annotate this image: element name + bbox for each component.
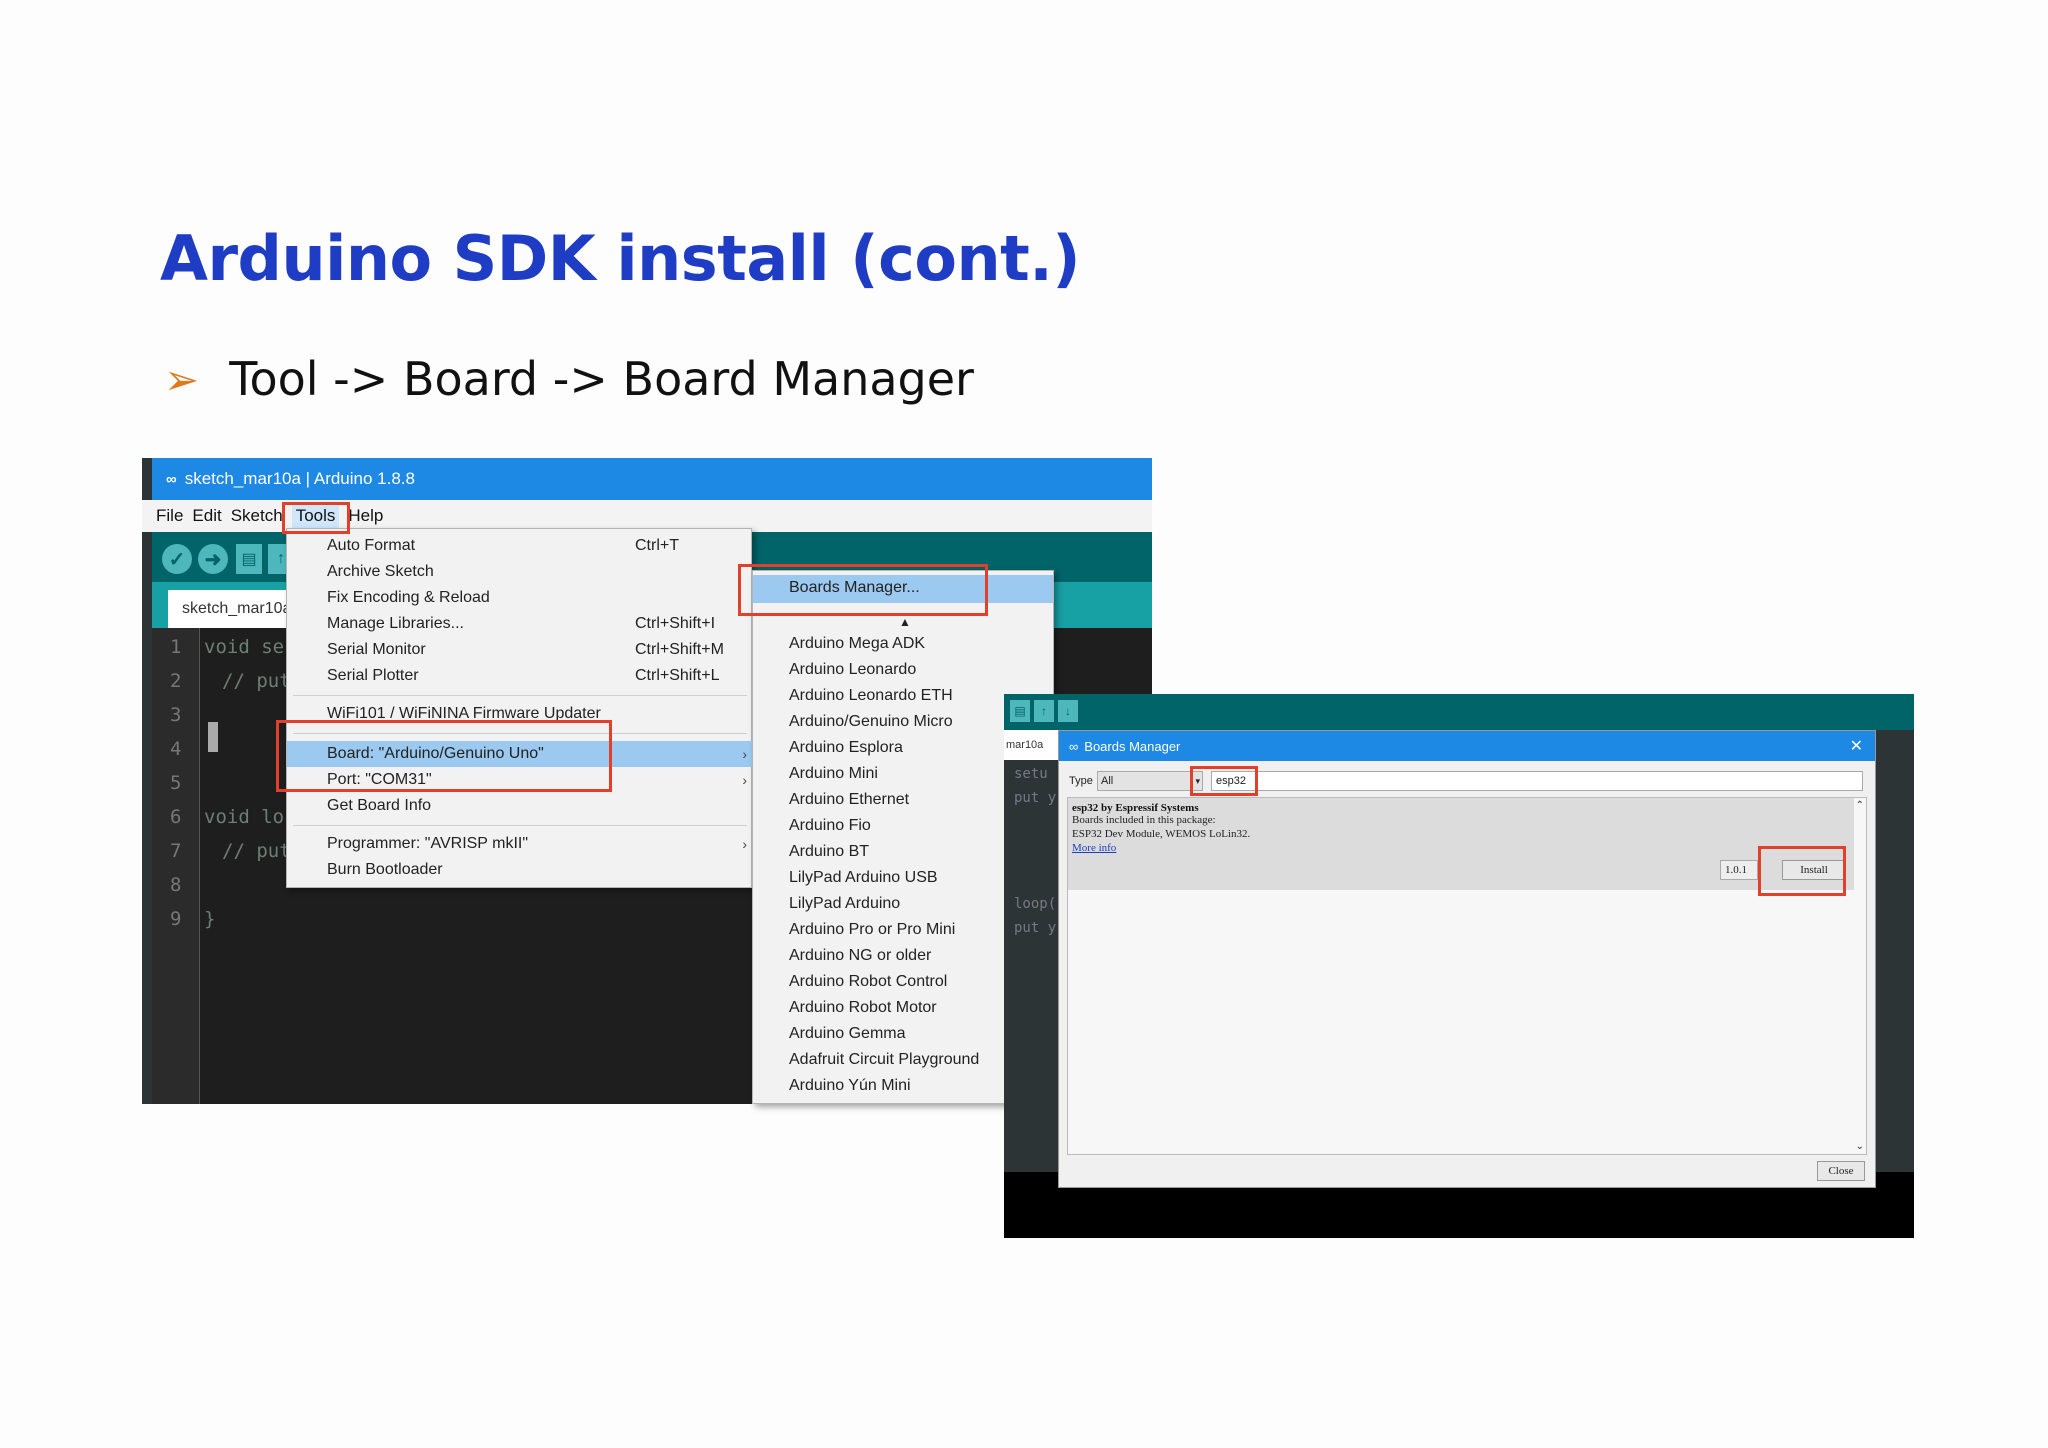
boards-manager-screenshot: ▤ ↑ ↓ mar10a setu put y loop( put y ∞ Bo… [1004, 694, 1914, 1238]
line-number: 3 [170, 704, 182, 726]
menu-item-get-board-info[interactable]: Get Board Info [287, 793, 753, 819]
close-button[interactable]: Close [1817, 1161, 1865, 1181]
line-number: 1 [170, 636, 182, 658]
code-line: // put [222, 840, 291, 862]
submenu-arrow-icon: › [742, 836, 747, 852]
board-option[interactable]: Arduino Mega ADK [789, 635, 925, 653]
package-included-label: Boards included in this package: [1072, 814, 1216, 826]
menu-help[interactable]: Help [348, 506, 383, 526]
board-option[interactable]: Arduino Yún Mini [789, 1077, 911, 1095]
type-label: Type [1069, 775, 1093, 787]
line-number: 2 [170, 670, 182, 692]
board-option[interactable]: LilyPad Arduino [789, 895, 900, 913]
bullet-text: Tool -> Board -> Board Manager [229, 352, 974, 406]
board-option[interactable]: Arduino Pro or Pro Mini [789, 921, 955, 939]
code-line: void se [204, 636, 285, 658]
ide-window-title: sketch_mar10a | Arduino 1.8.8 [184, 469, 415, 488]
submenu-arrow-icon: › [742, 772, 747, 788]
more-info-link[interactable]: More info [1072, 842, 1116, 854]
board-option[interactable]: Arduino Fio [789, 817, 871, 835]
board-option[interactable]: Arduino BT [789, 843, 869, 861]
menu-edit[interactable]: Edit [192, 506, 221, 526]
scroll-up-arrow-icon[interactable]: ▲ [899, 615, 911, 629]
line-number: 6 [170, 806, 182, 828]
dialog-titlebar: ∞ Boards Manager ✕ [1059, 731, 1875, 761]
line-number: 4 [170, 738, 182, 760]
type-select-value: All [1101, 775, 1114, 787]
boards-manager-dialog: ∞ Boards Manager ✕ Type All ▾ esp32 esp3… [1058, 730, 1876, 1188]
board-option[interactable]: Arduino Ethernet [789, 791, 909, 809]
slide-title: Arduino SDK install (cont.) [160, 222, 1081, 295]
boards-manager-highlight-box [738, 564, 988, 616]
line-gutter: 1 2 3 4 5 6 7 8 9 [152, 628, 200, 1104]
board-option[interactable]: Arduino/Genuino Micro [789, 713, 953, 731]
background-code: loop( [1014, 896, 1057, 912]
type-select[interactable]: All ▾ [1097, 771, 1203, 791]
code-line: } [204, 908, 216, 930]
board-option[interactable]: Arduino Gemma [789, 1025, 906, 1043]
package-row-esp32[interactable]: esp32 by Espressif Systems Boards includ… [1068, 798, 1854, 890]
background-code: setu [1014, 766, 1048, 782]
menu-item-serial-plotter[interactable]: Serial Plotter Ctrl+Shift+L [287, 663, 753, 689]
menu-item-auto-format[interactable]: Auto Format Ctrl+T [287, 533, 753, 559]
background-code: put y [1014, 920, 1057, 936]
menu-item-burn-bootloader[interactable]: Burn Bootloader [287, 857, 753, 883]
board-option[interactable]: Arduino NG or older [789, 947, 931, 965]
board-option[interactable]: Arduino Leonardo ETH [789, 687, 953, 705]
version-value: 1.0.1 [1725, 864, 1747, 876]
board-option[interactable]: Arduino Robot Control [789, 973, 947, 991]
new-file-icon[interactable]: ▤ [236, 544, 262, 574]
tools-menu: Auto Format Ctrl+T Archive Sketch Fix En… [286, 528, 753, 888]
menu-separator [293, 695, 747, 696]
search-input[interactable]: esp32 [1211, 771, 1863, 791]
code-line: void lo [204, 806, 285, 828]
verify-icon[interactable]: ✓ [162, 544, 192, 574]
menu-item-manage-libraries[interactable]: Manage Libraries... Ctrl+Shift+I [287, 611, 753, 637]
save-file-icon: ↓ [1058, 700, 1078, 722]
board-option[interactable]: Adafruit Circuit Playground [789, 1051, 979, 1069]
line-number: 5 [170, 772, 182, 794]
menu-item-serial-monitor[interactable]: Serial Monitor Ctrl+Shift+M [287, 637, 753, 663]
open-file-icon: ↑ [1034, 700, 1054, 722]
submenu-arrow-icon: › [742, 746, 747, 762]
tools-highlight-box [282, 502, 350, 534]
package-boards: ESP32 Dev Module, WEMOS LoLin32. [1072, 828, 1251, 840]
close-icon[interactable]: ✕ [1850, 736, 1863, 756]
background-toolbar: ▤ ↑ ↓ [1004, 694, 1914, 730]
line-number: 9 [170, 908, 182, 930]
version-select[interactable]: 1.0.1 [1720, 860, 1758, 880]
package-list[interactable]: esp32 by Espressif Systems Boards includ… [1067, 797, 1867, 1155]
scroll-down-icon[interactable]: ⌄ [1856, 1141, 1864, 1152]
package-title: esp32 by Espressif Systems [1072, 802, 1199, 814]
arduino-logo-icon: ∞ [1069, 738, 1079, 754]
board-option[interactable]: LilyPad Arduino USB [789, 869, 938, 887]
new-file-icon: ▤ [1010, 700, 1030, 722]
menu-separator [293, 825, 747, 826]
search-highlight-box [1190, 766, 1258, 796]
dialog-title: Boards Manager [1084, 738, 1181, 754]
bullet-item: ➢ Tool -> Board -> Board Manager [164, 352, 974, 406]
menu-sketch[interactable]: Sketch [231, 506, 283, 526]
board-option[interactable]: Arduino Robot Motor [789, 999, 937, 1017]
scroll-up-icon[interactable]: ⌃ [1856, 800, 1864, 811]
board-option[interactable]: Arduino Mini [789, 765, 878, 783]
line-number: 8 [170, 874, 182, 896]
upload-icon[interactable]: ➜ [198, 544, 228, 574]
ide-titlebar: ∞ sketch_mar10a | Arduino 1.8.8 [152, 458, 1152, 500]
board-option[interactable]: Arduino Leonardo [789, 661, 916, 679]
menu-item-fix-encoding[interactable]: Fix Encoding & Reload [287, 585, 753, 611]
board-option[interactable]: Arduino Esplora [789, 739, 903, 757]
menu-file[interactable]: File [156, 506, 183, 526]
background-code: put y [1014, 790, 1057, 806]
arrow-bullet-icon: ➢ [164, 354, 200, 404]
arduino-logo-icon: ∞ [166, 470, 177, 488]
code-line: // put [222, 670, 291, 692]
board-highlight-box [276, 720, 612, 792]
background-sketch-tab: mar10a [1004, 730, 1058, 760]
line-number: 7 [170, 840, 182, 862]
menu-item-programmer[interactable]: Programmer: "AVRISP mkII" › [287, 831, 753, 857]
install-highlight-box [1758, 846, 1846, 896]
cursor-marker [208, 722, 218, 752]
menu-item-archive-sketch[interactable]: Archive Sketch [287, 559, 753, 585]
